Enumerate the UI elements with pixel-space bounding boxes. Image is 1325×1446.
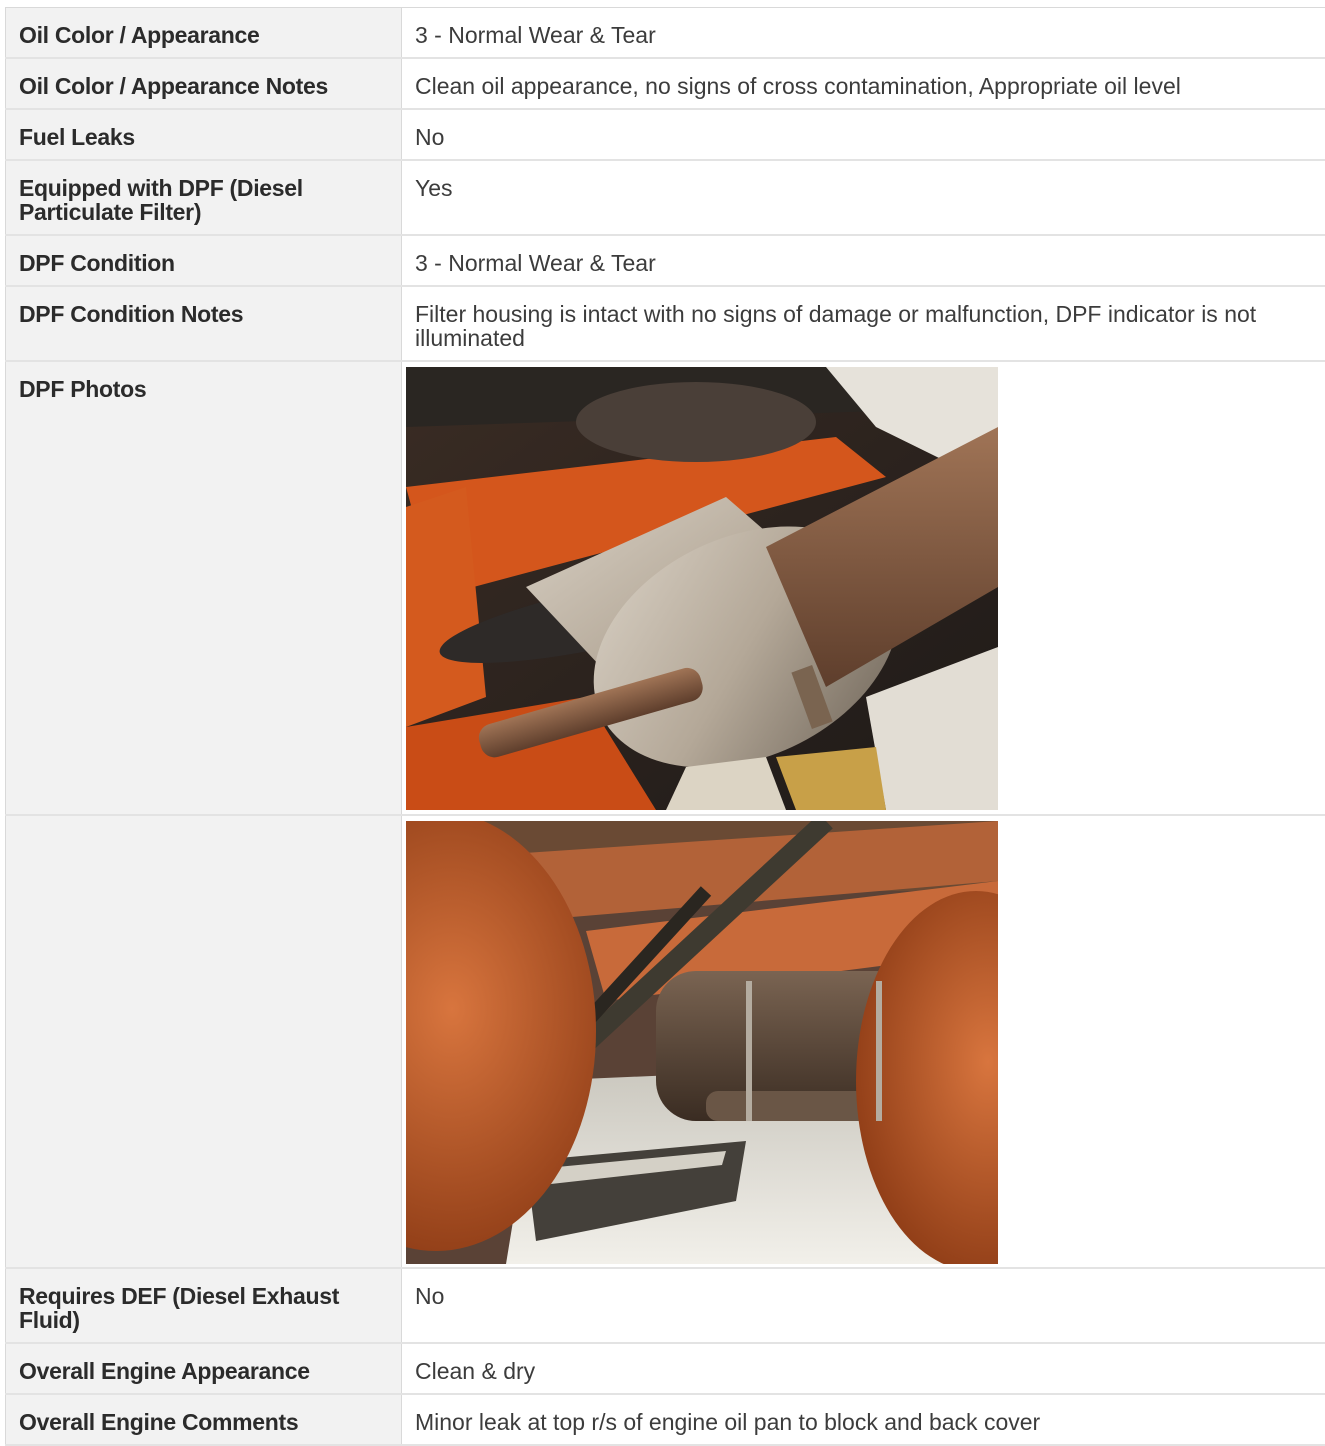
row-value: 3 - Normal Wear & Tear	[415, 250, 656, 276]
row-value: No	[415, 124, 445, 150]
row-label	[5, 816, 402, 1267]
table-row-dpf-photos-2	[5, 816, 1325, 1269]
dpf-photo-2[interactable]	[406, 821, 998, 1264]
row-label: DPF Condition	[5, 236, 402, 285]
row-label: Requires DEF (Diesel Exhaust Fluid)	[5, 1269, 402, 1342]
row-value: Clean oil appearance, no signs of cross …	[415, 73, 1181, 99]
row-value: Filter housing is intact with no signs o…	[415, 301, 1257, 351]
row-value: No	[415, 1283, 445, 1309]
row-label: Overall Engine Appearance	[5, 1344, 402, 1393]
table-row: Equipped with DPF (Diesel Particulate Fi…	[5, 161, 1325, 236]
row-label: Fuel Leaks	[5, 110, 402, 159]
table-row: Overall Engine Comments Minor leak at to…	[5, 1395, 1325, 1446]
row-value: 3 - Normal Wear & Tear	[415, 22, 656, 48]
row-label: DPF Photos	[5, 362, 402, 814]
table-row: Oil Color / Appearance 3 - Normal Wear &…	[5, 8, 1325, 59]
row-label: Oil Color / Appearance Notes	[5, 59, 402, 108]
table-row: DPF Condition 3 - Normal Wear & Tear	[5, 236, 1325, 287]
table-row: Overall Engine Appearance Clean & dry	[5, 1344, 1325, 1395]
table-row: Fuel Leaks No	[5, 110, 1325, 161]
table-row: DPF Condition Notes Filter housing is in…	[5, 287, 1325, 362]
table-row: Oil Color / Appearance Notes Clean oil a…	[5, 59, 1325, 110]
row-value: Yes	[415, 175, 453, 201]
photo-cell	[402, 816, 1325, 1267]
row-label: Oil Color / Appearance	[5, 8, 402, 57]
table-row-dpf-photos: DPF Photos	[5, 362, 1325, 816]
row-value: Clean & dry	[415, 1358, 536, 1384]
table-row: Requires DEF (Diesel Exhaust Fluid) No	[5, 1269, 1325, 1344]
row-label: Equipped with DPF (Diesel Particulate Fi…	[5, 161, 402, 234]
dpf-photo-1[interactable]	[406, 367, 998, 810]
photo-cell	[402, 362, 1325, 814]
row-label: DPF Condition Notes	[5, 287, 402, 360]
inspection-table: Oil Color / Appearance 3 - Normal Wear &…	[5, 7, 1325, 1446]
